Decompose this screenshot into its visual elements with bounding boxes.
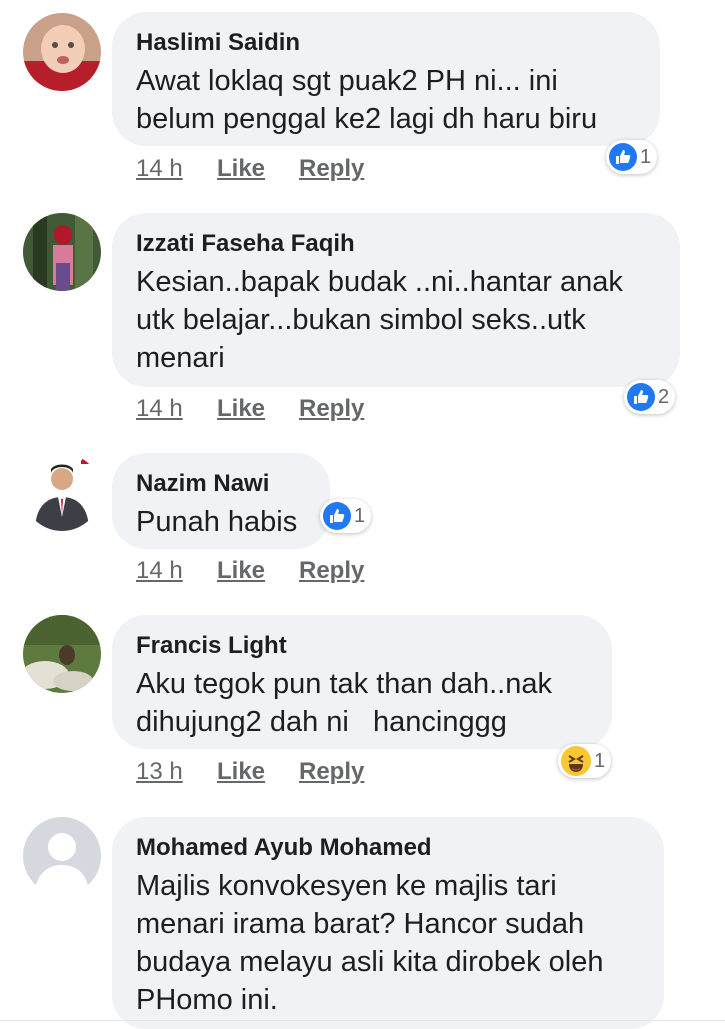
like-button[interactable]: Like [217, 395, 265, 423]
like-button[interactable]: Like [217, 758, 265, 786]
reaction-badge[interactable]: 2 [624, 380, 676, 414]
thumbs-up-icon [323, 502, 351, 530]
comment-author[interactable]: Haslimi Saidin [136, 28, 636, 58]
reaction-badge[interactable]: 1 [320, 499, 372, 533]
reaction-count: 1 [640, 145, 652, 168]
comment-author[interactable]: Mohamed Ayub Mohamed [136, 833, 640, 863]
reply-button[interactable]: Reply [299, 758, 364, 786]
reply-button[interactable]: Reply [299, 155, 364, 183]
like-button[interactable]: Like [217, 155, 265, 183]
comment-bubble: Izzati Faseha Faqih Kesian..bapak budak … [112, 213, 680, 387]
comment-bubble: Nazim Nawi Punah habis [112, 453, 330, 549]
comment-text: Awat loklaq sgt puak2 PH ni... ini belum… [136, 65, 598, 135]
comment-author[interactable]: Francis Light [136, 631, 588, 661]
comment-author[interactable]: Izzati Faseha Faqih [136, 229, 656, 259]
comment-bubble: Mohamed Ayub Mohamed Majlis konvokesyen … [112, 817, 664, 1029]
comment-author[interactable]: Nazim Nawi [136, 469, 306, 499]
thumbs-up-icon [627, 383, 655, 411]
divider [0, 1020, 725, 1021]
avatar[interactable] [23, 615, 101, 693]
avatar[interactable] [23, 13, 101, 91]
reaction-count: 1 [594, 749, 606, 772]
timestamp[interactable]: 14 h [136, 395, 183, 423]
comment-text: Aku tegok pun tak than dah..nak dihujung… [136, 668, 552, 738]
avatar[interactable] [23, 817, 101, 895]
reply-button[interactable]: Reply [299, 395, 364, 423]
comment-bubble: Francis Light Aku tegok pun tak than dah… [112, 615, 612, 749]
reaction-count: 1 [354, 504, 366, 527]
timestamp[interactable]: 14 h [136, 155, 183, 183]
thumbs-up-icon [609, 143, 637, 171]
reply-button[interactable]: Reply [299, 557, 364, 585]
comment-text: Majlis konvokesyen ke majlis tari menari… [136, 870, 604, 1016]
avatar[interactable] [23, 453, 101, 531]
avatar[interactable] [23, 213, 101, 291]
timestamp[interactable]: 14 h [136, 557, 183, 585]
comment-text: Kesian..bapak budak ..ni..hantar anak ut… [136, 266, 623, 374]
haha-emoji-icon [561, 746, 591, 776]
reaction-badge[interactable]: 1 [558, 744, 612, 778]
comment-text: Punah habis [136, 506, 298, 538]
like-button[interactable]: Like [217, 557, 265, 585]
reaction-badge[interactable]: 1 [606, 140, 658, 174]
reaction-count: 2 [658, 385, 670, 408]
comment-bubble: Haslimi Saidin Awat loklaq sgt puak2 PH … [112, 12, 660, 146]
timestamp[interactable]: 13 h [136, 758, 183, 786]
